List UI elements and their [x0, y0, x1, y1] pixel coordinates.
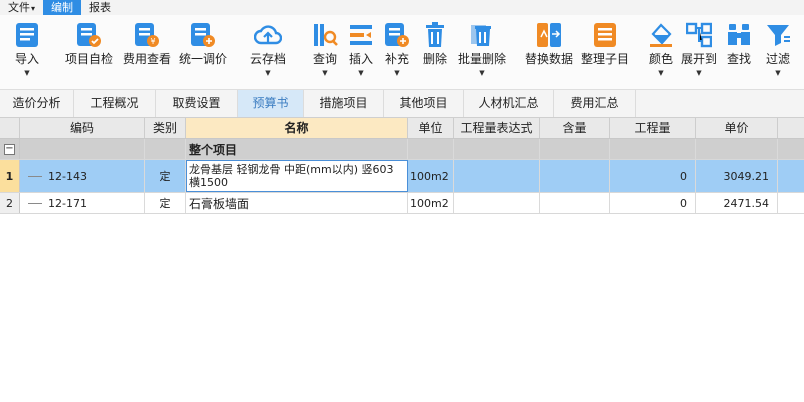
- batch-delete-icon: [468, 20, 496, 50]
- menu-report[interactable]: 报表: [81, 0, 119, 15]
- cell-content[interactable]: [540, 160, 610, 192]
- cell-name-editor[interactable]: 龙骨基层 轻钢龙骨 中距(mm以内) 竖603 横1500: [186, 160, 408, 192]
- replace-data-button[interactable]: 替换数据: [522, 15, 576, 66]
- tab-measure-items[interactable]: 措施项目: [304, 90, 384, 117]
- expand-icon: [685, 20, 713, 50]
- adjust-price-icon: [189, 20, 217, 50]
- collapse-toggle[interactable]: −: [4, 143, 15, 155]
- organize-icon: [591, 20, 619, 50]
- header-type[interactable]: 类别: [145, 118, 186, 138]
- chevron-down-icon: ▼: [24, 69, 30, 77]
- tab-fee-summary[interactable]: 费用汇总: [554, 90, 636, 117]
- filter-button[interactable]: 过滤 ▼: [762, 15, 794, 78]
- cell-name[interactable]: 石膏板墙面: [186, 193, 408, 213]
- table-header: 编码 类别 名称 单位 工程量表达式 含量 工程量 单价: [0, 118, 804, 139]
- cell-quantity-expression[interactable]: [454, 160, 540, 192]
- color-icon: [647, 20, 675, 50]
- delete-button[interactable]: 删除: [419, 15, 451, 66]
- row-number: 1: [0, 160, 20, 192]
- insert-button[interactable]: 插入 ▼: [345, 15, 377, 78]
- tab-budget-book[interactable]: 预算书: [238, 90, 304, 117]
- tree-line-icon: [28, 202, 42, 204]
- cell-unit[interactable]: 100m2: [408, 193, 454, 213]
- import-button[interactable]: 导入 ▼: [8, 15, 46, 78]
- batch-delete-button[interactable]: 批量删除 ▼: [456, 15, 508, 78]
- cell-quantity-expression[interactable]: [454, 193, 540, 213]
- cell-quantity[interactable]: 0: [610, 160, 696, 192]
- query-button[interactable]: 查询 ▼: [308, 15, 342, 78]
- header-code[interactable]: 编码: [20, 118, 145, 138]
- row-number-header: [0, 118, 20, 138]
- import-icon: [13, 20, 41, 50]
- query-icon: [311, 20, 339, 50]
- project-check-icon: [75, 20, 103, 50]
- chevron-down-icon: ▼: [696, 69, 702, 77]
- supplement-button[interactable]: 补充 ▼: [381, 15, 413, 78]
- header-filler: [778, 118, 804, 138]
- header-unit-price[interactable]: 单价: [696, 118, 778, 138]
- cell-unit-price[interactable]: 2471.54: [696, 193, 778, 213]
- header-unit[interactable]: 单位: [408, 118, 454, 138]
- expand-button[interactable]: 展开到 ▼: [680, 15, 718, 78]
- header-name[interactable]: 名称: [186, 118, 408, 138]
- ribbon-toolbar: 导入 ▼ 项目自检 ¥ 费用查看 统一调价 云存档 ▼ 查询 ▼ 插入 ▼ 补充…: [0, 15, 804, 90]
- row-number: 2: [0, 193, 20, 213]
- chevron-down-icon: ▼: [394, 69, 400, 77]
- chevron-down-icon: ▼: [322, 69, 328, 77]
- fee-view-button[interactable]: ¥ 费用查看: [120, 15, 174, 66]
- menu-edit[interactable]: 编制: [43, 0, 82, 15]
- color-button[interactable]: 颜色 ▼: [646, 15, 676, 78]
- menu-file[interactable]: 文件▾: [0, 0, 43, 15]
- adjust-price-button[interactable]: 统一调价: [176, 15, 230, 66]
- cell-unit-price[interactable]: 3049.21: [696, 160, 778, 192]
- cloud-save-button[interactable]: 云存档 ▼: [246, 15, 290, 78]
- tab-cost-analysis[interactable]: 造价分析: [0, 90, 74, 117]
- insert-icon: [347, 20, 375, 50]
- project-check-button[interactable]: 项目自检: [62, 15, 116, 66]
- cell-quantity[interactable]: 0: [610, 193, 696, 213]
- binoculars-icon: [725, 20, 753, 50]
- tab-project-overview[interactable]: 工程概况: [74, 90, 156, 117]
- table-row[interactable]: 1 12-143 定 龙骨基层 轻钢龙骨 中距(mm以内) 竖603 横1500…: [0, 160, 804, 193]
- header-quantity-expression[interactable]: 工程量表达式: [454, 118, 540, 138]
- cell-content[interactable]: [540, 193, 610, 213]
- fee-view-icon: ¥: [133, 20, 161, 50]
- cell-code[interactable]: 12-143: [20, 160, 145, 192]
- budget-table: 编码 类别 名称 单位 工程量表达式 含量 工程量 单价 − 整个项目 1 12…: [0, 118, 804, 214]
- view-tabs: 造价分析 工程概况 取费设置 预算书 措施项目 其他项目 人材机汇总 费用汇总: [0, 90, 804, 118]
- filter-icon: [764, 20, 792, 50]
- cell-unit[interactable]: 100m2: [408, 160, 454, 192]
- group-name: 整个项目: [186, 139, 408, 159]
- group-row[interactable]: − 整个项目: [0, 139, 804, 160]
- menu-bar: 文件▾ 编制 报表: [0, 0, 804, 15]
- supplement-icon: [383, 20, 411, 50]
- chevron-down-icon: ▼: [265, 69, 271, 77]
- cell-code[interactable]: 12-171: [20, 193, 145, 213]
- svg-text:¥: ¥: [150, 37, 155, 46]
- delete-icon: [421, 20, 449, 50]
- chevron-down-icon: ▼: [479, 69, 485, 77]
- table-row[interactable]: 2 12-171 定 石膏板墙面 100m2 0 2471.54: [0, 193, 804, 214]
- chevron-down-icon: ▼: [358, 69, 364, 77]
- cell-type[interactable]: 定: [145, 160, 186, 192]
- chevron-down-icon: ▼: [775, 69, 781, 77]
- header-quantity[interactable]: 工程量: [610, 118, 696, 138]
- header-content[interactable]: 含量: [540, 118, 610, 138]
- organize-button[interactable]: 整理子目: [578, 15, 632, 66]
- replace-data-icon: [535, 20, 563, 50]
- tab-fee-settings[interactable]: 取费设置: [156, 90, 238, 117]
- tab-labor-material-summary[interactable]: 人材机汇总: [464, 90, 554, 117]
- tree-line-icon: [28, 175, 42, 177]
- cell-type[interactable]: 定: [145, 193, 186, 213]
- find-button[interactable]: 查找: [724, 15, 754, 66]
- cloud-save-icon: [254, 20, 282, 50]
- chevron-down-icon: ▼: [658, 69, 664, 77]
- tab-other-items[interactable]: 其他项目: [384, 90, 464, 117]
